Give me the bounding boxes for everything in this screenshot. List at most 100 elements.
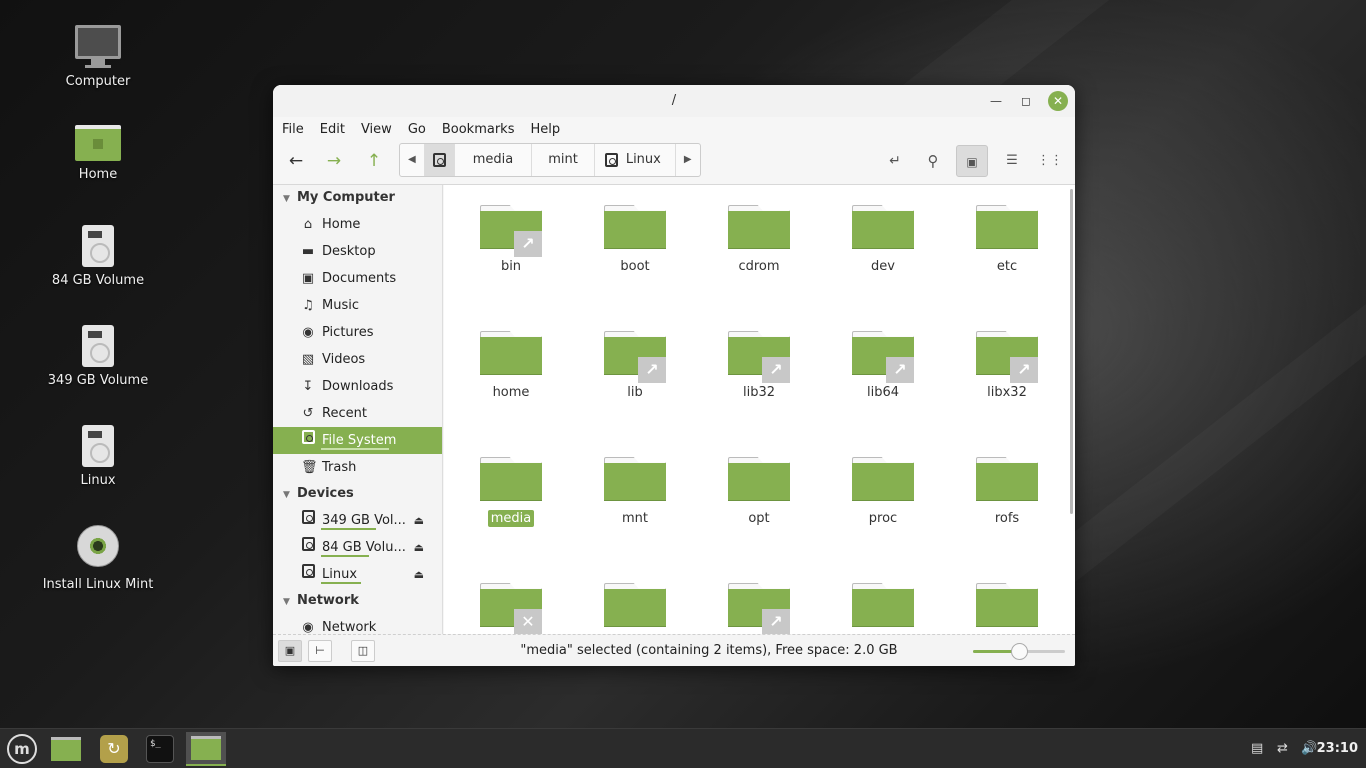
sidebar-item-pictures[interactable]: ◉ Pictures xyxy=(273,319,442,346)
folder-label: lib xyxy=(627,385,643,400)
sidebar-item-documents[interactable]: ▣ Documents xyxy=(273,265,442,292)
clipboard-icon[interactable]: ▤ xyxy=(1251,741,1263,756)
list-view-button[interactable]: ☰ xyxy=(996,145,1028,177)
path-mint-button[interactable]: mint xyxy=(532,144,595,176)
home-icon: ⌂ xyxy=(303,217,313,232)
path-scroll-right-button[interactable]: ▶ xyxy=(676,144,700,176)
clock[interactable]: 23:10 xyxy=(1317,741,1358,756)
taskbar-file-manager-window[interactable] xyxy=(186,732,226,766)
sidebar-item-84gb-volume[interactable]: 84 GB Volu... ⏏ xyxy=(273,534,442,561)
search-icon[interactable]: ⚲ xyxy=(917,145,949,177)
folder-label: rofs xyxy=(994,511,1020,526)
desktop-icon-linux[interactable]: Linux xyxy=(38,425,158,488)
sidebar-item-file-system[interactable]: File System xyxy=(273,427,442,454)
menu-file[interactable]: File xyxy=(282,122,304,137)
maximize-button[interactable]: ◻ xyxy=(1016,91,1036,111)
sidebar-item-349gb-volume[interactable]: 349 GB Vol... ⏏ xyxy=(273,507,442,534)
terminal-button[interactable]: $_ xyxy=(141,732,179,766)
folder-item[interactable]: home xyxy=(456,331,566,401)
up-button[interactable]: ↑ xyxy=(358,145,390,177)
sidebar-item-downloads[interactable]: ↧ Downloads xyxy=(273,373,442,400)
path-media-button[interactable]: media xyxy=(455,144,533,176)
folder-item[interactable]: dev xyxy=(828,205,938,275)
folder-item[interactable] xyxy=(828,583,938,634)
path-linux-button[interactable]: Linux xyxy=(595,144,676,176)
desktop-icon-349gb-volume[interactable]: 349 GB Volume xyxy=(38,325,158,388)
sidebar-item-recent[interactable]: ↺ Recent xyxy=(273,400,442,427)
folder-item[interactable]: boot xyxy=(580,205,690,275)
menu-help[interactable]: Help xyxy=(530,122,560,137)
folder-label: opt xyxy=(748,511,770,526)
folder-item[interactable] xyxy=(952,583,1062,634)
desktop-icon-84gb-volume[interactable]: 84 GB Volume xyxy=(38,225,158,288)
sidebar-item-desktop[interactable]: ▬ Desktop xyxy=(273,238,442,265)
folder-icon xyxy=(604,583,666,627)
sidebar-item-music[interactable]: ♫ Music xyxy=(273,292,442,319)
folder-item[interactable]: proc xyxy=(828,457,938,527)
sidebar-item-linux[interactable]: Linux ⏏ xyxy=(273,561,442,588)
path-linux-label: Linux xyxy=(625,152,661,167)
folder-item[interactable]: ✕ xyxy=(456,583,566,634)
sidebar-item-home[interactable]: ⌂ Home xyxy=(273,211,442,238)
file-manager-window: / — ◻ ✕ File Edit View Go Bookmarks Help… xyxy=(273,85,1075,666)
folder-item[interactable]: ↗ libx32 xyxy=(952,331,1062,401)
expander-icon: ▼ xyxy=(283,597,290,607)
back-button[interactable]: ← xyxy=(280,145,312,177)
folder-icon xyxy=(852,583,914,627)
menu-go[interactable]: Go xyxy=(408,122,426,137)
menu-bookmarks[interactable]: Bookmarks xyxy=(442,122,515,137)
sidebar-section-network[interactable]: ▼ Network xyxy=(273,588,442,614)
expander-icon: ▼ xyxy=(283,194,290,204)
scrollbar[interactable] xyxy=(1070,189,1073,514)
zoom-slider-handle[interactable] xyxy=(1011,643,1028,660)
sidebar-item-label: Recent xyxy=(322,406,367,421)
zoom-slider[interactable] xyxy=(973,643,1065,660)
minimize-button[interactable]: — xyxy=(986,91,1006,111)
recent-icon: ↺ xyxy=(302,406,314,421)
compact-view-button[interactable]: ⋮⋮ xyxy=(1034,145,1066,177)
sidebar-section-devices[interactable]: ▼ Devices xyxy=(273,481,442,507)
eject-icon[interactable]: ⏏ xyxy=(414,534,424,561)
folder-item[interactable]: etc xyxy=(952,205,1062,275)
folder-item[interactable]: cdrom xyxy=(704,205,814,275)
folder-item[interactable]: rofs xyxy=(952,457,1062,527)
eject-icon[interactable]: ⏏ xyxy=(414,507,424,534)
desktop-icon-install-linux-mint[interactable]: Install Linux Mint xyxy=(38,525,158,592)
eject-icon[interactable]: ⏏ xyxy=(414,561,424,588)
desktop-icon-computer[interactable]: Computer xyxy=(38,25,158,89)
folder-icon xyxy=(976,583,1038,627)
desktop-icon-home[interactable]: Home xyxy=(38,125,158,182)
title-bar[interactable]: / — ◻ ✕ xyxy=(273,85,1075,117)
sidebar-item-network[interactable]: ◉ Network xyxy=(273,614,442,634)
sidebar-item-videos[interactable]: ▧ Videos xyxy=(273,346,442,373)
folder-item[interactable]: ↗ lib xyxy=(580,331,690,401)
network-disconnected-icon[interactable]: ⇄ xyxy=(1277,741,1288,756)
menu-button[interactable]: m xyxy=(3,732,41,766)
sidebar-item-trash[interactable]: 🗑 Trash xyxy=(273,454,442,481)
show-desktop-button[interactable] xyxy=(47,732,85,766)
documents-icon: ▣ xyxy=(301,271,315,286)
folder-item[interactable]: opt xyxy=(704,457,814,527)
folder-item[interactable]: mnt xyxy=(580,457,690,527)
folder-icon xyxy=(976,205,1038,249)
folder-item[interactable]: media xyxy=(456,457,566,527)
menu-edit[interactable]: Edit xyxy=(320,122,345,137)
folder-item[interactable]: ↗ bin xyxy=(456,205,566,275)
desktop-icon-label: 84 GB Volume xyxy=(51,273,145,288)
toggle-location-button[interactable]: ↵ xyxy=(879,145,911,177)
folder-item[interactable] xyxy=(580,583,690,634)
path-root-button[interactable] xyxy=(424,144,455,176)
folder-item[interactable]: ↗ xyxy=(704,583,814,634)
sidebar-section-my-computer[interactable]: ▼ My Computer xyxy=(273,185,442,211)
icon-view-button[interactable]: ▣ xyxy=(956,145,988,177)
folder-icon xyxy=(852,457,914,501)
menu-view[interactable]: View xyxy=(361,122,392,137)
close-button[interactable]: ✕ xyxy=(1048,91,1068,111)
folder-icon xyxy=(604,457,666,501)
path-scroll-left-button[interactable]: ◀ xyxy=(400,144,425,176)
folder-item[interactable]: ↗ lib32 xyxy=(704,331,814,401)
forward-button[interactable]: → xyxy=(318,145,350,177)
volume-icon[interactable]: 🔊 xyxy=(1301,741,1317,756)
folder-item[interactable]: ↗ lib64 xyxy=(828,331,938,401)
update-manager-button[interactable]: ↻ xyxy=(95,732,133,766)
